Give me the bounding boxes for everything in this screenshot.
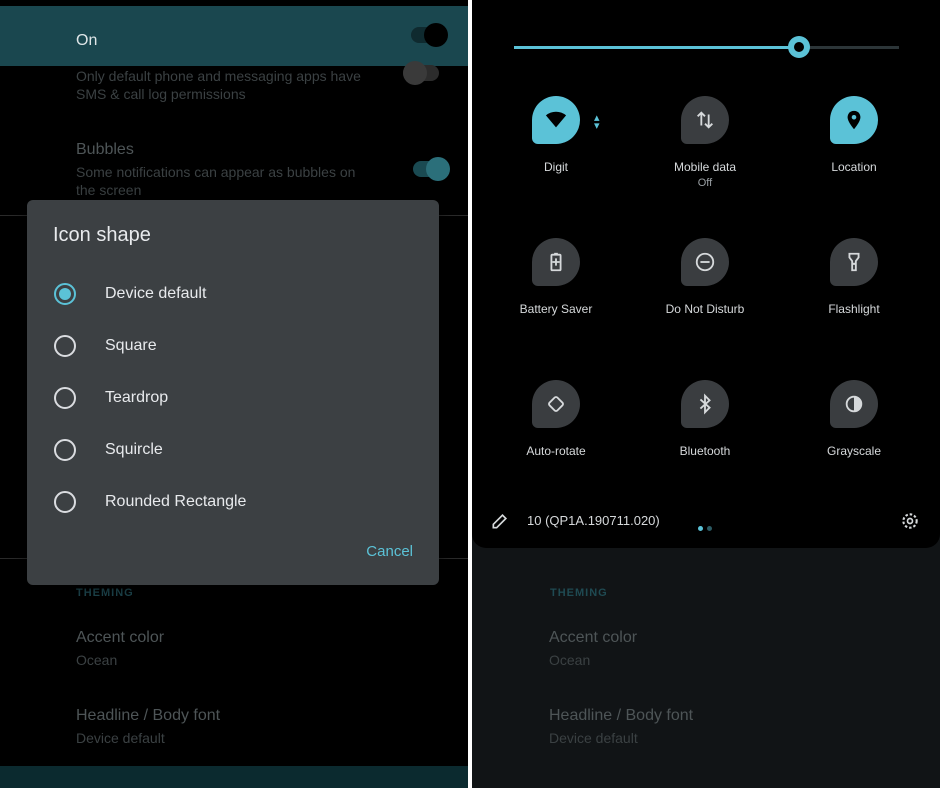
option-label: Square [105, 337, 157, 354]
page-dot [707, 526, 712, 531]
tile-label: Grayscale [826, 444, 882, 458]
tile-label: Bluetooth [679, 444, 731, 458]
radio-unselected-icon[interactable] [54, 335, 76, 357]
tile-location[interactable]: Location [780, 96, 930, 216]
grayscale-icon[interactable] [830, 380, 878, 428]
settings-screen: On Only default phone and messaging apps… [0, 0, 468, 788]
accent-color-title: Accent color [549, 629, 638, 646]
brightness-thumb-icon[interactable] [788, 36, 810, 58]
option-label: Rounded Rectangle [105, 493, 247, 510]
bluetooth-icon[interactable] [681, 380, 729, 428]
radio-unselected-icon[interactable] [54, 491, 76, 513]
wifi-icon[interactable] [532, 96, 580, 144]
radio-selected-icon[interactable] [54, 283, 76, 305]
option-squircle[interactable]: Squircle [27, 427, 439, 467]
accent-color-value: Ocean [76, 652, 118, 668]
bubbles-subtitle: Some notifications can appear as bubbles… [76, 164, 356, 198]
option-square[interactable]: Square [27, 323, 439, 363]
battery-saver-icon[interactable] [532, 238, 580, 286]
flashlight-icon[interactable] [830, 238, 878, 286]
option-label: Squircle [105, 441, 163, 458]
tile-label: Flashlight [828, 302, 880, 316]
sms-permission-text: Only default phone and messaging apps ha… [76, 68, 361, 102]
edit-icon[interactable] [490, 511, 510, 531]
option-teardrop[interactable]: Teardrop [27, 375, 439, 415]
option-rounded-rectangle[interactable]: Rounded Rectangle [27, 479, 439, 519]
accent-color-value: Ocean [549, 652, 591, 668]
page-dot-active [698, 526, 703, 531]
quick-settings-panel: ▴ ▾ Digit Mobile data Off Location Batter… [472, 0, 940, 548]
top-toggle-label: On [76, 32, 98, 49]
page-indicator [698, 518, 716, 536]
theming-header: THEMING [550, 587, 608, 599]
tile-wifi[interactable]: ▴ ▾ Digit [482, 96, 632, 216]
headline-font-value: Device default [76, 730, 165, 746]
quick-settings-screen: ▴ ▾ Digit Mobile data Off Location Batter… [472, 0, 940, 788]
tile-do-not-disturb[interactable]: Do Not Disturb [631, 238, 781, 358]
radio-unselected-icon[interactable] [54, 439, 76, 461]
tile-auto-rotate[interactable]: Auto-rotate [482, 380, 632, 500]
bubbles-title: Bubbles [76, 141, 134, 158]
brightness-slider[interactable] [514, 36, 899, 58]
option-device-default[interactable]: Device default [27, 271, 439, 311]
option-label: Device default [105, 285, 207, 302]
tile-label: Battery Saver [519, 302, 593, 316]
tile-label: Digit [543, 160, 568, 174]
cancel-button[interactable]: Cancel [366, 543, 413, 560]
gear-icon[interactable] [900, 511, 920, 531]
accent-color-title: Accent color [76, 629, 165, 646]
auto-rotate-icon[interactable] [532, 380, 580, 428]
do-not-disturb-icon[interactable] [681, 238, 729, 286]
wifi-activity-icon: ▴ ▾ [594, 112, 600, 132]
tile-label: Location [831, 160, 877, 174]
tile-battery-saver[interactable]: Battery Saver [482, 238, 632, 358]
top-toggle-switch[interactable] [411, 23, 448, 47]
highlighted-row [0, 766, 468, 788]
tile-sublabel: Off [697, 177, 713, 189]
icon-shape-dialog: Icon shape Device default Square Teardro… [27, 200, 439, 585]
dialog-title: Icon shape [53, 224, 151, 246]
bubbles-toggle[interactable] [413, 157, 450, 181]
tile-mobile-data[interactable]: Mobile data Off [631, 96, 781, 216]
tile-flashlight[interactable]: Flashlight [780, 238, 930, 358]
quick-settings-footer: 10 (QP1A.190711.020) [472, 505, 940, 537]
tile-grayscale[interactable]: Grayscale [780, 380, 930, 500]
sms-permission-toggle[interactable] [403, 61, 439, 85]
top-toggle-row[interactable]: On [0, 6, 468, 66]
headline-font-title: Headline / Body font [549, 707, 694, 724]
headline-font-title: Headline / Body font [76, 707, 221, 724]
tile-label: Mobile data [673, 160, 737, 174]
location-icon[interactable] [830, 96, 878, 144]
headline-font-value: Device default [549, 730, 638, 746]
radio-unselected-icon[interactable] [54, 387, 76, 409]
theming-header: THEMING [76, 587, 134, 599]
tile-bluetooth[interactable]: Bluetooth [631, 380, 781, 500]
build-number[interactable]: 10 (QP1A.190711.020) [527, 513, 660, 528]
option-label: Teardrop [105, 389, 169, 406]
tile-label: Auto-rotate [526, 444, 586, 458]
brightness-fill [514, 46, 799, 49]
mobile-data-icon[interactable] [681, 96, 729, 144]
tile-label: Do Not Disturb [665, 302, 745, 316]
